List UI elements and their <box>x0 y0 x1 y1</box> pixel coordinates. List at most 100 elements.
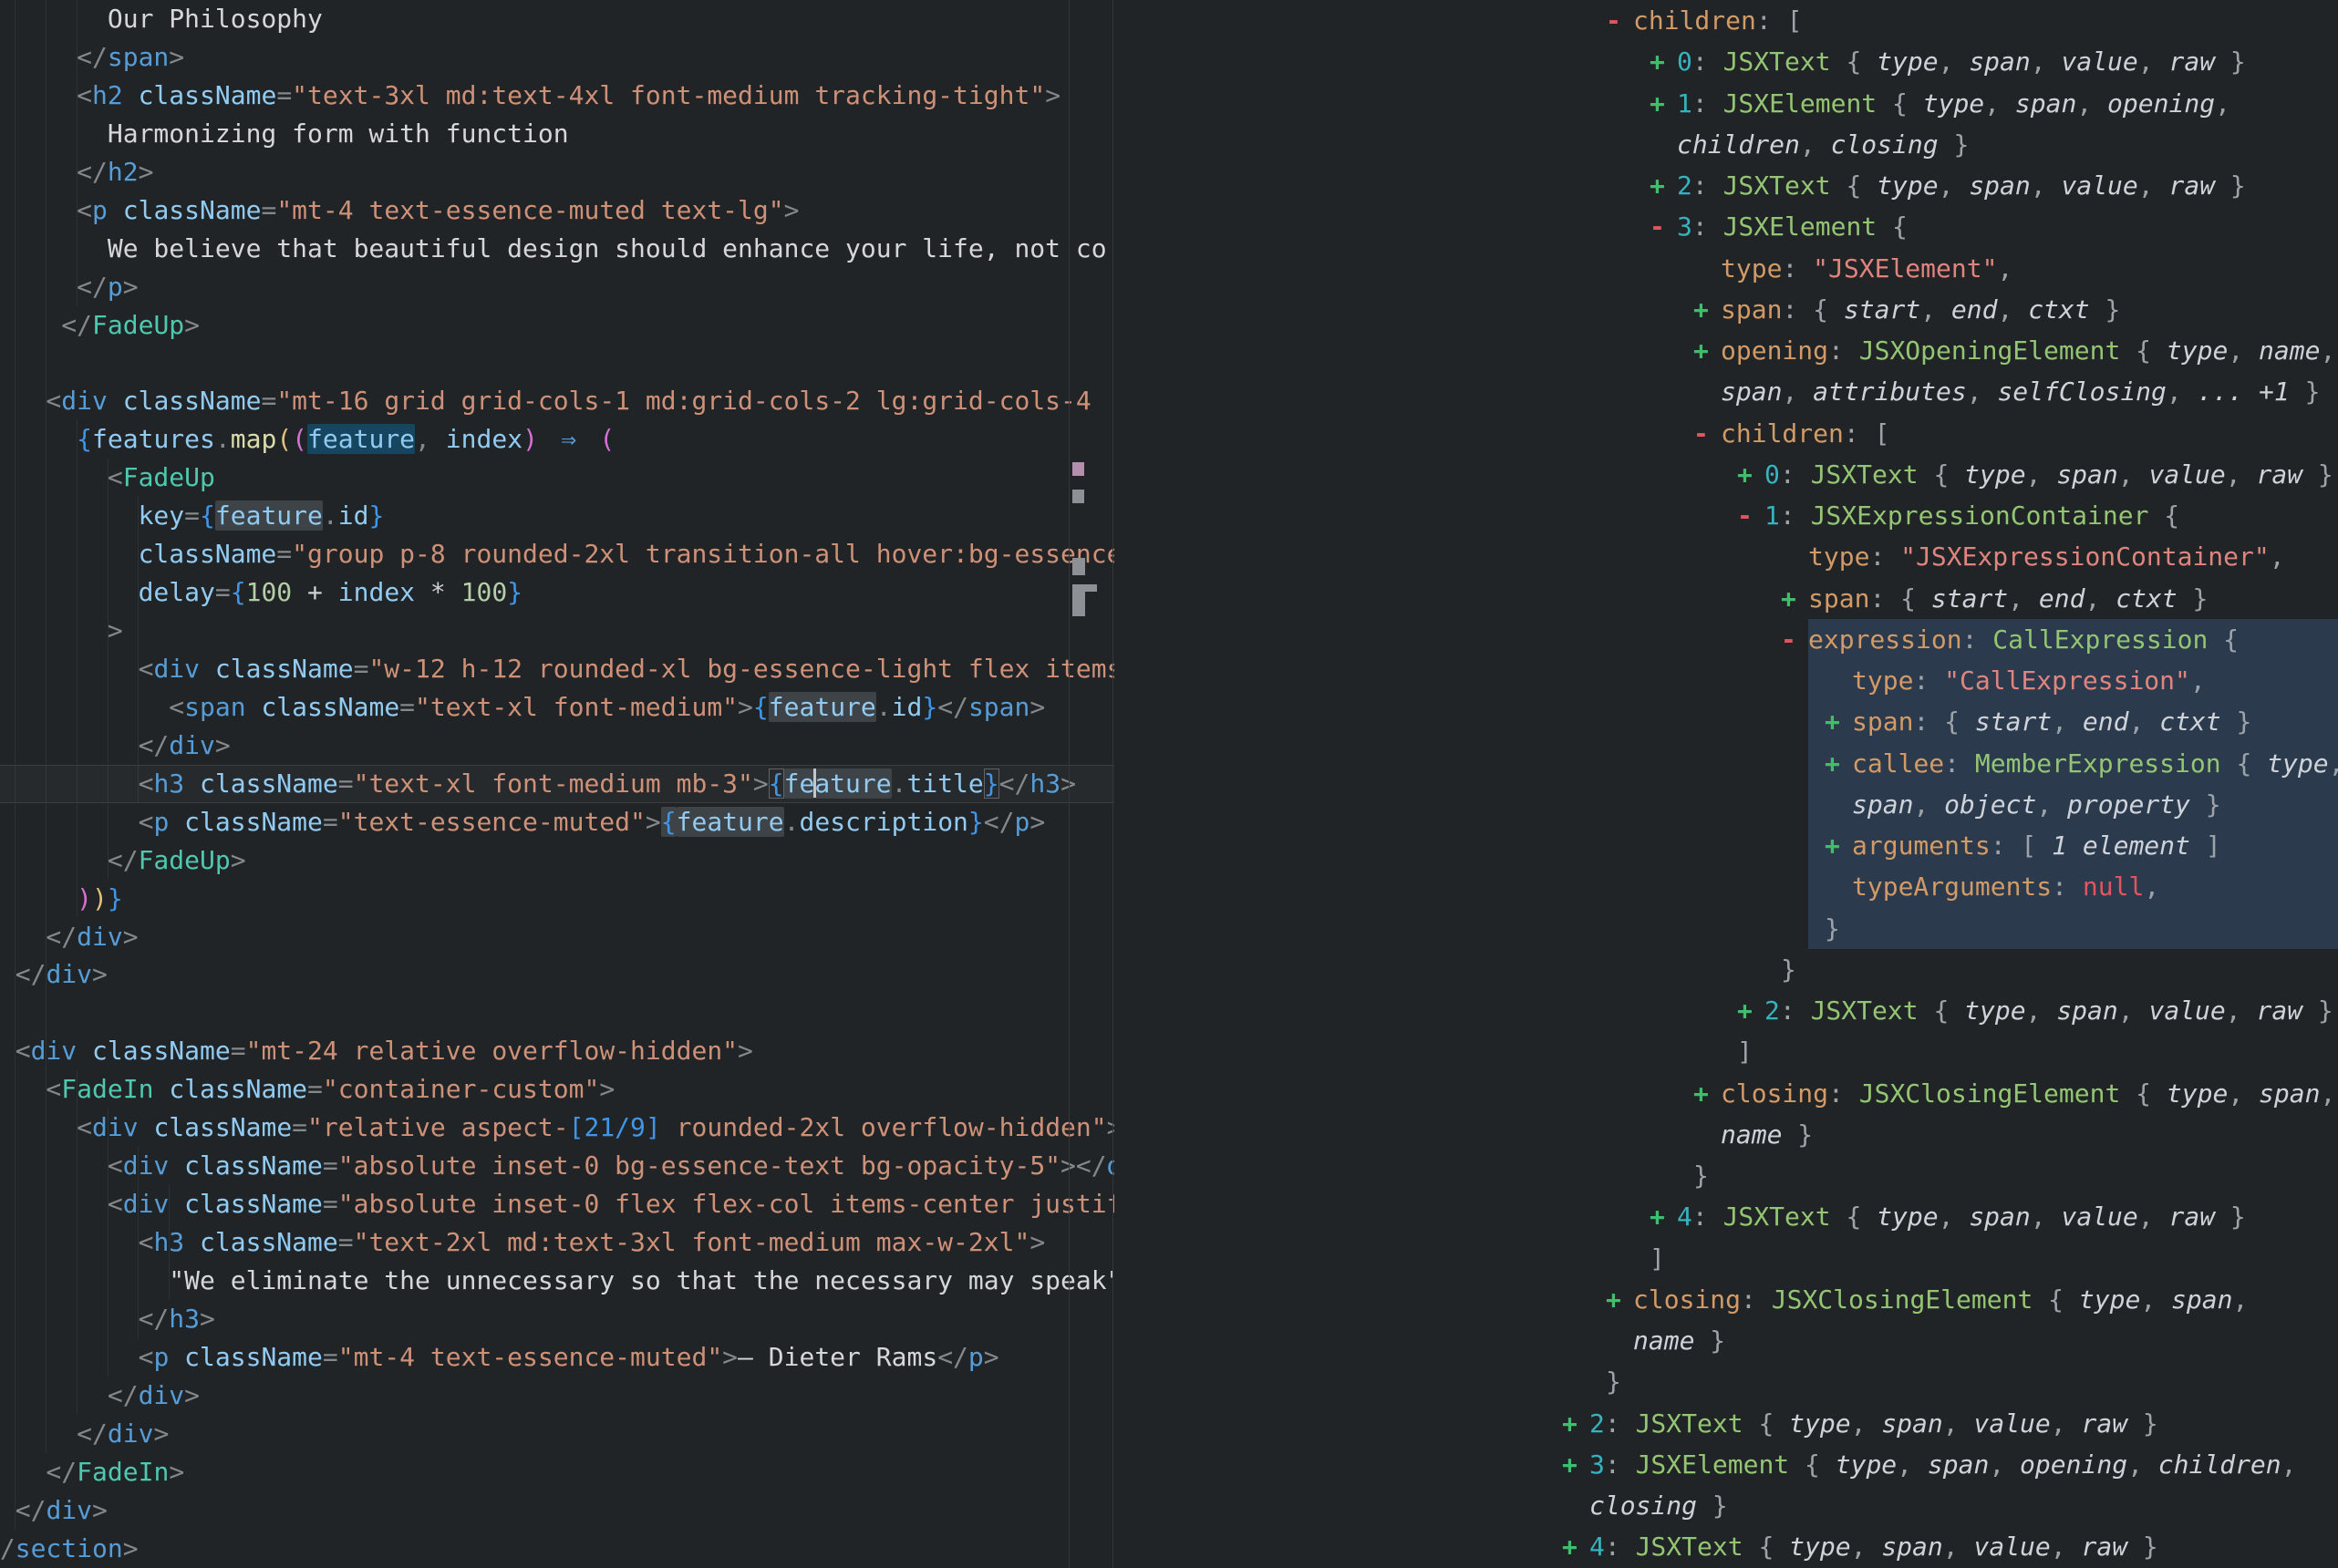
expand-icon[interactable]: + <box>1737 990 1764 1031</box>
code-line[interactable]: delay={100 + index * 100} <box>0 573 1114 612</box>
ast-tree-row[interactable]: -3: JSXElement { <box>1495 206 2338 247</box>
expand-icon[interactable]: + <box>1825 743 1852 784</box>
code-line[interactable]: <FadeUp <box>0 459 1114 497</box>
code-line[interactable]: </FadeIn> <box>0 1453 1114 1491</box>
collapse-icon[interactable]: - <box>1693 413 1721 454</box>
code-line[interactable]: <p className="mt-4 text-essence-muted te… <box>0 191 1114 230</box>
code-line[interactable]: </div> <box>0 955 1114 994</box>
code-line[interactable]: ))} <box>0 880 1114 918</box>
code-line[interactable]: </h3> <box>0 1300 1114 1338</box>
ast-tree-row[interactable]: +4: JSXText { type, span, value, raw } <box>1495 1526 2338 1567</box>
ast-tree-row[interactable]: ] <box>1495 1031 2338 1072</box>
code-line[interactable]: </FadeUp> <box>0 306 1114 345</box>
code-line[interactable]: </FadeUp> <box>0 841 1114 880</box>
code-line[interactable]: Our Philosophy <box>0 0 1114 38</box>
ast-tree-row[interactable]: +opening: JSXOpeningElement { type, name… <box>1495 330 2338 371</box>
code-line[interactable]: <span className="text-xl font-medium">{f… <box>0 688 1114 727</box>
expand-icon[interactable]: + <box>1781 578 1808 619</box>
collapse-icon[interactable]: - <box>1781 619 1808 660</box>
code-line[interactable]: "We eliminate the unnecessary so that th… <box>0 1262 1114 1300</box>
code-line[interactable]: </p> <box>0 268 1114 306</box>
ast-tree-row-selected[interactable]: +span: { start, end, ctxt } <box>1495 701 2338 742</box>
ast-tree-row[interactable]: +closing: JSXClosingElement { type, span… <box>1495 1073 2338 1114</box>
expand-icon[interactable]: + <box>1562 1526 1589 1567</box>
ast-tree-row[interactable]: +2: JSXText { type, span, value, raw } <box>1495 1403 2338 1444</box>
ast-tree-row[interactable]: +2: JSXText { type, span, value, raw } <box>1495 990 2338 1031</box>
code-line[interactable]: <h3 className="text-2xl md:text-3xl font… <box>0 1223 1114 1262</box>
ast-tree-row[interactable]: +0: JSXText { type, span, value, raw } <box>1495 41 2338 82</box>
ast-tree-row[interactable]: closing } <box>1495 1485 2338 1526</box>
expand-icon[interactable]: + <box>1606 1279 1633 1320</box>
ast-tree-row[interactable]: -1: JSXExpressionContainer { <box>1495 495 2338 536</box>
ast-tree-row-selected[interactable]: span, object, property } <box>1495 784 2338 825</box>
code-line[interactable]: </div> <box>0 1377 1114 1415</box>
code-line[interactable]: </span> <box>0 38 1114 77</box>
code-line[interactable]: <div className="mt-24 relative overflow-… <box>0 1032 1114 1070</box>
code-line[interactable]: </div> <box>0 1491 1114 1530</box>
ast-tree-row-selected[interactable]: type: "CallExpression", <box>1495 660 2338 701</box>
ast-tree-row-selected[interactable]: typeArguments: null, <box>1495 866 2338 907</box>
expand-icon[interactable]: + <box>1562 1444 1589 1485</box>
ast-tree-row-selected[interactable]: -expression: CallExpression { <box>1495 619 2338 660</box>
ast-tree-row[interactable]: } <box>1495 1361 2338 1402</box>
collapse-icon[interactable]: - <box>1606 0 1633 41</box>
code-line[interactable]: <p className="text-essence-muted">{featu… <box>0 803 1114 841</box>
code-line[interactable]: </section> <box>0 1530 1114 1568</box>
code-line[interactable]: > <box>0 612 1114 650</box>
editor-scrollbar[interactable] <box>1112 0 1113 1568</box>
expand-icon[interactable]: + <box>1650 41 1677 82</box>
code-line[interactable]: </div> <box>0 918 1114 956</box>
code-line[interactable]: </div> <box>0 1415 1114 1453</box>
code-line[interactable]: <FadeIn className="container-custom"> <box>0 1070 1114 1109</box>
ast-tree-row[interactable]: +2: JSXText { type, span, value, raw } <box>1495 165 2338 206</box>
ast-tree-row[interactable]: +3: JSXElement { type, span, opening, ch… <box>1495 1444 2338 1485</box>
code-line[interactable]: <div className="w-12 h-12 rounded-xl bg-… <box>0 650 1114 688</box>
ast-tree-row-selected[interactable]: +callee: MemberExpression { type, <box>1495 743 2338 784</box>
expand-icon[interactable]: + <box>1825 701 1852 742</box>
code-line[interactable]: <p className="mt-4 text-essence-muted">—… <box>0 1338 1114 1377</box>
expand-icon[interactable]: + <box>1737 454 1764 495</box>
expand-icon[interactable]: + <box>1693 289 1721 330</box>
code-line[interactable] <box>0 994 1114 1032</box>
code-line[interactable]: key={feature.id} <box>0 497 1114 535</box>
code-line[interactable]: </h2> <box>0 153 1114 191</box>
ast-tree-row-selected[interactable]: } <box>1495 908 2338 949</box>
code-line[interactable]: <h2 className="text-3xl md:text-4xl font… <box>0 77 1114 115</box>
ast-tree-row[interactable]: type: "JSXElement", <box>1495 248 2338 289</box>
ast-tree-row[interactable]: type: "JSXExpressionContainer", <box>1495 536 2338 577</box>
expand-icon[interactable]: + <box>1693 330 1721 371</box>
code-line[interactable]: </div> <box>0 727 1114 765</box>
ast-tree-row[interactable]: span, attributes, selfClosing, ... +1 } <box>1495 371 2338 412</box>
ast-tree-row[interactable]: +0: JSXText { type, span, value, raw } <box>1495 454 2338 495</box>
expand-icon[interactable]: + <box>1693 1073 1721 1114</box>
ast-tree-row[interactable]: +span: { start, end, ctxt } <box>1495 578 2338 619</box>
expand-icon[interactable]: + <box>1650 83 1677 124</box>
code-line[interactable]: We believe that beautiful design should … <box>0 230 1114 268</box>
code-line[interactable]: <div className="absolute inset-0 bg-esse… <box>0 1147 1114 1185</box>
code-editor-panel[interactable]: Our Philosophy </span> <h2 className="te… <box>0 0 1114 1568</box>
ast-tree-row[interactable]: ] <box>1495 1238 2338 1279</box>
ast-tree-row[interactable]: -children: [ <box>1495 0 2338 41</box>
expand-icon[interactable]: + <box>1825 825 1852 866</box>
ast-tree-row[interactable]: name } <box>1495 1320 2338 1361</box>
ast-tree-row[interactable]: +span: { start, end, ctxt } <box>1495 289 2338 330</box>
ast-tree-row[interactable]: +1: JSXElement { type, span, opening, <box>1495 83 2338 124</box>
expand-icon[interactable]: + <box>1562 1403 1589 1444</box>
code-line[interactable]: {features.map((feature, index) ⇒ ( <box>0 420 1114 459</box>
ast-tree-row[interactable]: children, closing } <box>1495 124 2338 165</box>
code-line[interactable]: <div className="absolute inset-0 flex fl… <box>0 1185 1114 1223</box>
code-line[interactable]: Harmonizing form with function <box>0 115 1114 153</box>
expand-icon[interactable]: + <box>1650 1196 1677 1237</box>
code-line-current[interactable]: <h3 className="text-xl font-medium mb-3"… <box>0 765 1114 803</box>
ast-tree-row[interactable]: +closing: JSXClosingElement { type, span… <box>1495 1279 2338 1320</box>
code-line[interactable]: <div className="relative aspect-[21/9] r… <box>0 1109 1114 1147</box>
code-line[interactable]: <div className="mt-16 grid grid-cols-1 m… <box>0 382 1114 420</box>
ast-tree-row[interactable]: } <box>1495 1155 2338 1196</box>
code-line[interactable]: className="group p-8 rounded-2xl transit… <box>0 535 1114 573</box>
expand-icon[interactable]: + <box>1650 165 1677 206</box>
ast-tree-row-selected[interactable]: +arguments: [ 1 element ] <box>1495 825 2338 866</box>
code-line[interactable] <box>0 344 1114 382</box>
ast-tree-panel[interactable]: -children: [+0: JSXText { type, span, va… <box>1495 0 2338 1568</box>
collapse-icon[interactable]: - <box>1650 206 1677 247</box>
ast-tree-row[interactable]: +4: JSXText { type, span, value, raw } <box>1495 1196 2338 1237</box>
